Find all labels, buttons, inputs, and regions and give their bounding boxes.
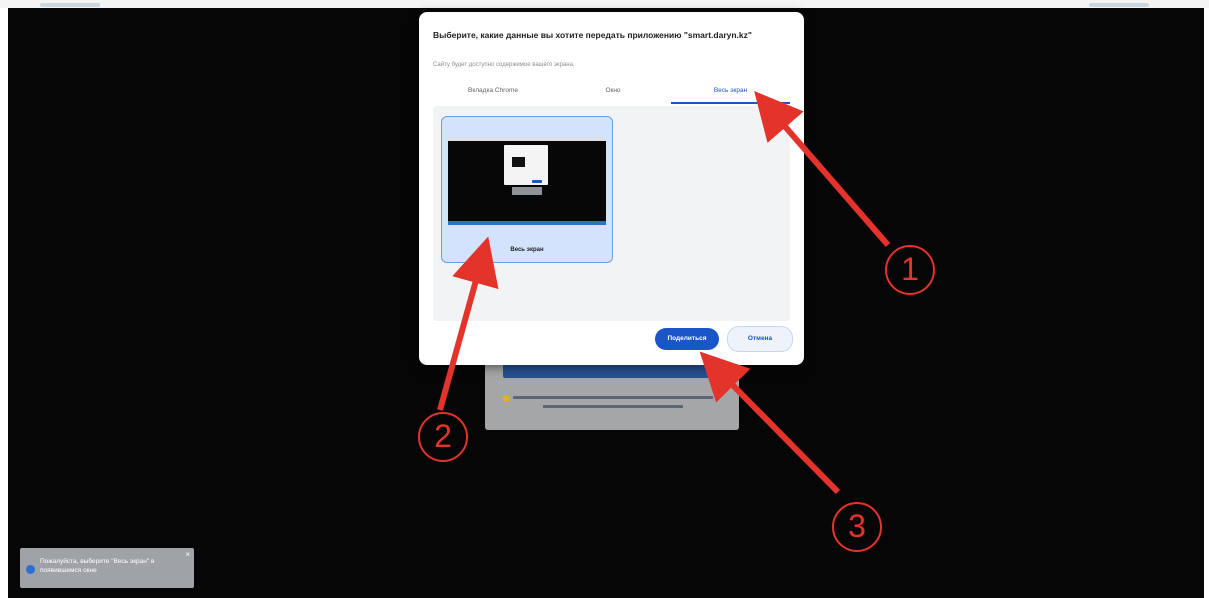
annotation-arrow-3 xyxy=(699,351,841,495)
annotation-number-2: 2 xyxy=(418,412,468,462)
annotation-arrows xyxy=(437,90,891,495)
annotation-arrow-2 xyxy=(437,236,499,411)
annotation-number-3: 3 xyxy=(832,502,882,552)
annotation-arrow-1 xyxy=(754,90,891,247)
annotation-number-1: 1 xyxy=(885,245,935,295)
